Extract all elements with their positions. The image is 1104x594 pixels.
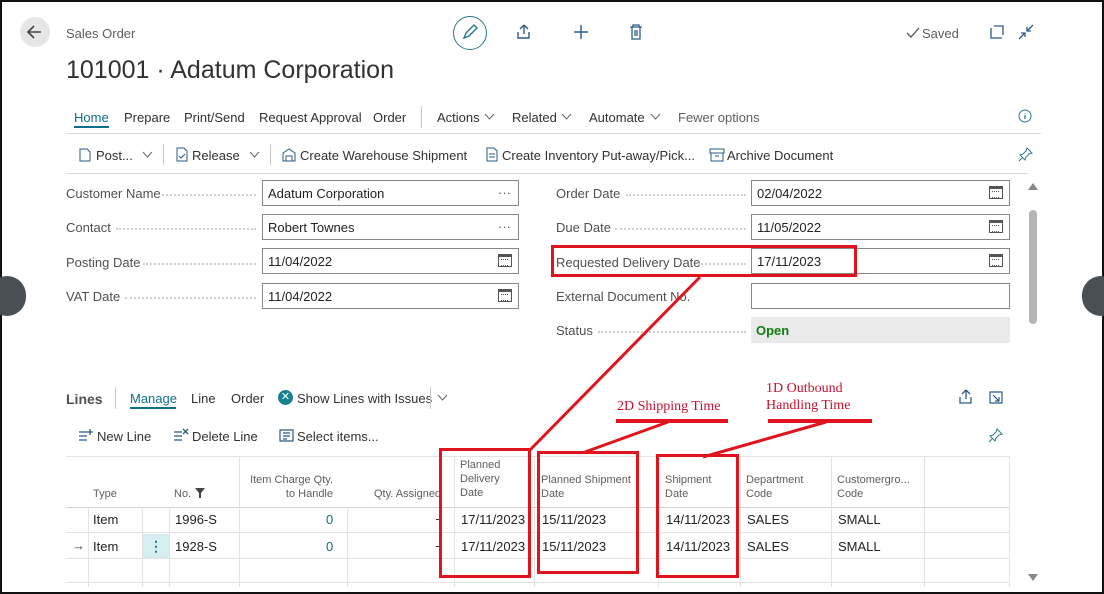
annotation-shipping-time: 2D Shipping Time xyxy=(617,399,721,414)
annotation-outbound-handling: 1D Outbound Handling Time xyxy=(766,381,851,413)
annotation-arrows xyxy=(528,275,872,459)
